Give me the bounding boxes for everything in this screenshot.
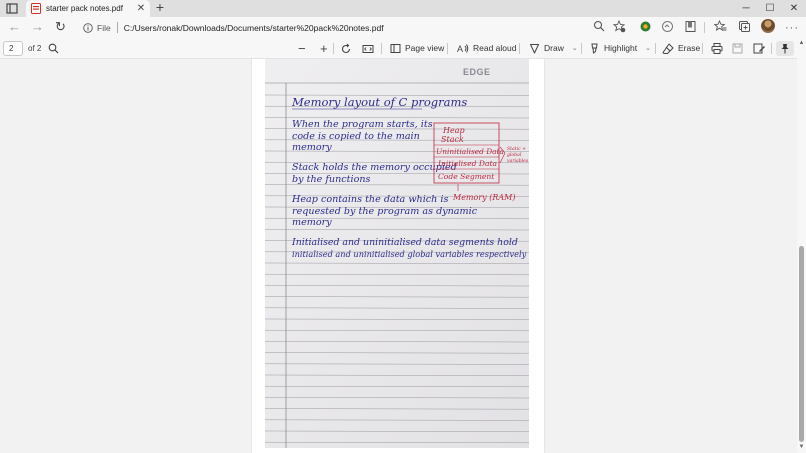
toolbar-separator xyxy=(704,22,705,33)
segment-initialised-data: Initialised Data xyxy=(437,159,498,168)
toolbar-separator xyxy=(447,43,448,54)
toolbar-separator xyxy=(702,43,703,54)
segment-code: Code Segment xyxy=(438,172,495,181)
search-icon[interactable] xyxy=(48,41,59,56)
info-icon[interactable] xyxy=(83,22,93,33)
tab-close-icon[interactable]: ✕ xyxy=(136,3,146,14)
note-para1-line2: code is copied to the main xyxy=(292,131,420,142)
settings-more-icon[interactable]: ··· xyxy=(784,20,800,36)
extension-icon[interactable] xyxy=(637,20,653,36)
toolbar-separator xyxy=(655,43,656,54)
pdf-viewer[interactable]: EDGE Memory layout of C programs When th… xyxy=(0,59,797,453)
side-note-line2: global xyxy=(507,152,522,158)
tab-actions-menu-icon[interactable] xyxy=(4,2,20,15)
tab-title: starter pack notes.pdf xyxy=(46,4,123,13)
print-icon[interactable] xyxy=(711,41,723,56)
profile-avatar[interactable] xyxy=(761,19,775,33)
pin-toolbar-icon[interactable] xyxy=(776,41,794,56)
side-note-line3: variables xyxy=(507,158,529,164)
add-favorite-icon[interactable] xyxy=(612,19,626,34)
toolbar-separator xyxy=(381,43,382,54)
note-para1-line1: When the program starts, its xyxy=(292,119,433,130)
note-para3-line3: memory xyxy=(292,217,332,228)
back-button[interactable]: ← xyxy=(6,19,23,36)
draw-button[interactable]: Draw ⌄ xyxy=(529,41,578,56)
collections-icon[interactable] xyxy=(736,20,752,36)
segment-uninitialised-data: Uninitialised Data xyxy=(436,147,504,156)
segment-stack: Stack xyxy=(441,135,464,144)
note-para1-line3: memory xyxy=(292,142,332,153)
draw-label: Draw xyxy=(544,43,564,53)
minimize-button[interactable]: ─ xyxy=(734,0,758,17)
toolbar-separator xyxy=(581,43,582,54)
file-scheme-label: File xyxy=(97,22,111,33)
draw-options-chevron-down-icon[interactable]: ⌄ xyxy=(572,41,578,56)
note-para3-line1: Heap contains the data which is xyxy=(291,194,448,205)
save-as-icon[interactable] xyxy=(753,41,765,56)
rotate-icon[interactable] xyxy=(340,41,352,56)
erase-label: Erase xyxy=(678,43,701,53)
fit-to-page-icon[interactable] xyxy=(362,41,374,56)
erase-button[interactable]: Erase xyxy=(662,41,700,56)
diagram-caption: Memory (RAM) xyxy=(452,193,515,202)
refresh-button[interactable]: ↻ xyxy=(52,19,69,36)
page-view-icon xyxy=(390,44,401,53)
address-separator xyxy=(116,22,118,33)
address-bar[interactable]: File C:/Users/ronak/Downloads/Documents/… xyxy=(78,18,634,37)
navigation-bar: ← → ↻ File C:/Users/ronak/Downloads/Docu… xyxy=(0,17,806,38)
scrollbar-thumb[interactable] xyxy=(799,246,804,442)
pdf-page: EDGE Memory layout of C programs When th… xyxy=(252,59,544,453)
maximize-button[interactable]: ☐ xyxy=(758,0,782,17)
zoom-out-button[interactable]: − xyxy=(298,41,306,56)
note-heading: Memory layout of C programs xyxy=(291,95,467,109)
pdf-file-icon xyxy=(31,3,41,14)
scroll-up-arrow-icon[interactable]: ▲ xyxy=(798,40,805,47)
tab-strip: starter pack notes.pdf ✕ + ─ ☐ ✕ xyxy=(0,0,806,17)
read-aloud-button[interactable]: A Read aloud xyxy=(457,41,516,56)
note-para4-line1: Initialised and uninitialised data segme… xyxy=(291,237,518,248)
pdf-toolbar: 2 of 2 − + Page view A Read aloud Draw ⌄… xyxy=(0,38,806,59)
toolbar-separator xyxy=(771,43,772,54)
url-text[interactable]: C:/Users/ronak/Downloads/Documents/start… xyxy=(124,23,384,33)
note-para4-line2: initialised and uninitialised global var… xyxy=(292,249,527,259)
vertical-scrollbar[interactable]: ▲ ▼ xyxy=(797,38,806,453)
new-tab-button[interactable]: + xyxy=(153,0,167,15)
notebook-brand: EDGE xyxy=(463,67,491,77)
page-total-label: of 2 xyxy=(28,44,42,53)
zoom-icon[interactable] xyxy=(592,20,606,34)
page-number-input[interactable]: 2 xyxy=(3,41,23,56)
toolbar-separator xyxy=(333,43,334,54)
segment-heap: Heap xyxy=(442,126,465,135)
note-para2-line2: by the functions xyxy=(292,174,371,185)
eraser-icon xyxy=(662,43,674,54)
performance-icon[interactable] xyxy=(659,20,675,36)
page-view-label: Page view xyxy=(405,43,445,53)
highlight-label: Highlight xyxy=(604,43,638,53)
scroll-down-arrow-icon[interactable]: ▼ xyxy=(798,444,805,451)
close-window-button[interactable]: ✕ xyxy=(782,0,806,17)
notebook-page-photo: EDGE Memory layout of C programs When th… xyxy=(265,59,529,448)
tab-pdf-document[interactable]: starter pack notes.pdf ✕ xyxy=(26,0,150,17)
note-para3-line2: requested by the program as dynamic xyxy=(292,206,478,217)
reading-list-icon[interactable] xyxy=(682,20,698,36)
note-para2-line1: Stack holds the memory occupied xyxy=(292,162,457,173)
draw-icon xyxy=(530,44,539,54)
svg-text:A: A xyxy=(457,44,463,54)
forward-button[interactable]: → xyxy=(29,19,46,36)
read-aloud-icon: A xyxy=(457,44,469,54)
toolbar-separator xyxy=(519,43,520,54)
page-view-button[interactable]: Page view xyxy=(390,41,444,56)
zoom-in-button[interactable]: + xyxy=(320,41,328,56)
highlight-button[interactable]: Highlight ⌄ xyxy=(589,41,651,56)
save-icon[interactable] xyxy=(732,41,743,56)
favorites-icon[interactable] xyxy=(712,19,728,36)
highlight-icon xyxy=(591,43,598,54)
side-note-line1: Static + xyxy=(507,146,526,152)
read-aloud-label: Read aloud xyxy=(473,43,517,53)
highlight-options-chevron-down-icon[interactable]: ⌄ xyxy=(645,41,651,56)
